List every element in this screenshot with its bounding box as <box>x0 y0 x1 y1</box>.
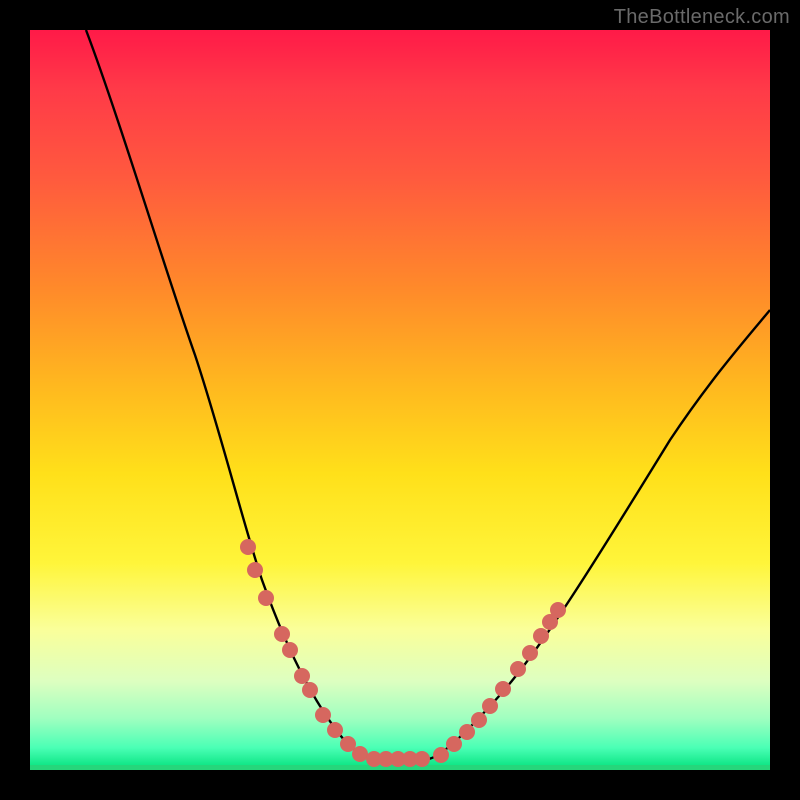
bead-right <box>459 724 475 740</box>
bead-right <box>446 736 462 752</box>
bead-right <box>482 698 498 714</box>
bead-right <box>550 602 566 618</box>
bead-right <box>495 681 511 697</box>
bead-left <box>352 746 368 762</box>
plot-area <box>30 30 770 770</box>
bead-right <box>471 712 487 728</box>
bead-left <box>240 539 256 555</box>
bead-right <box>433 747 449 763</box>
bead-right <box>533 628 549 644</box>
bead-left <box>258 590 274 606</box>
bead-floor <box>414 751 430 767</box>
bead-left <box>282 642 298 658</box>
bead-right <box>522 645 538 661</box>
curve-right-arm <box>428 310 770 759</box>
curve-layer <box>30 30 770 770</box>
bead-left <box>327 722 343 738</box>
bead-left <box>247 562 263 578</box>
bead-right <box>510 661 526 677</box>
watermark-text: TheBottleneck.com <box>614 6 790 29</box>
curve-left-arm <box>86 30 374 759</box>
bead-left <box>315 707 331 723</box>
bead-left <box>274 626 290 642</box>
chart-frame: TheBottleneck.com <box>0 0 800 800</box>
bead-left <box>302 682 318 698</box>
bead-left <box>294 668 310 684</box>
